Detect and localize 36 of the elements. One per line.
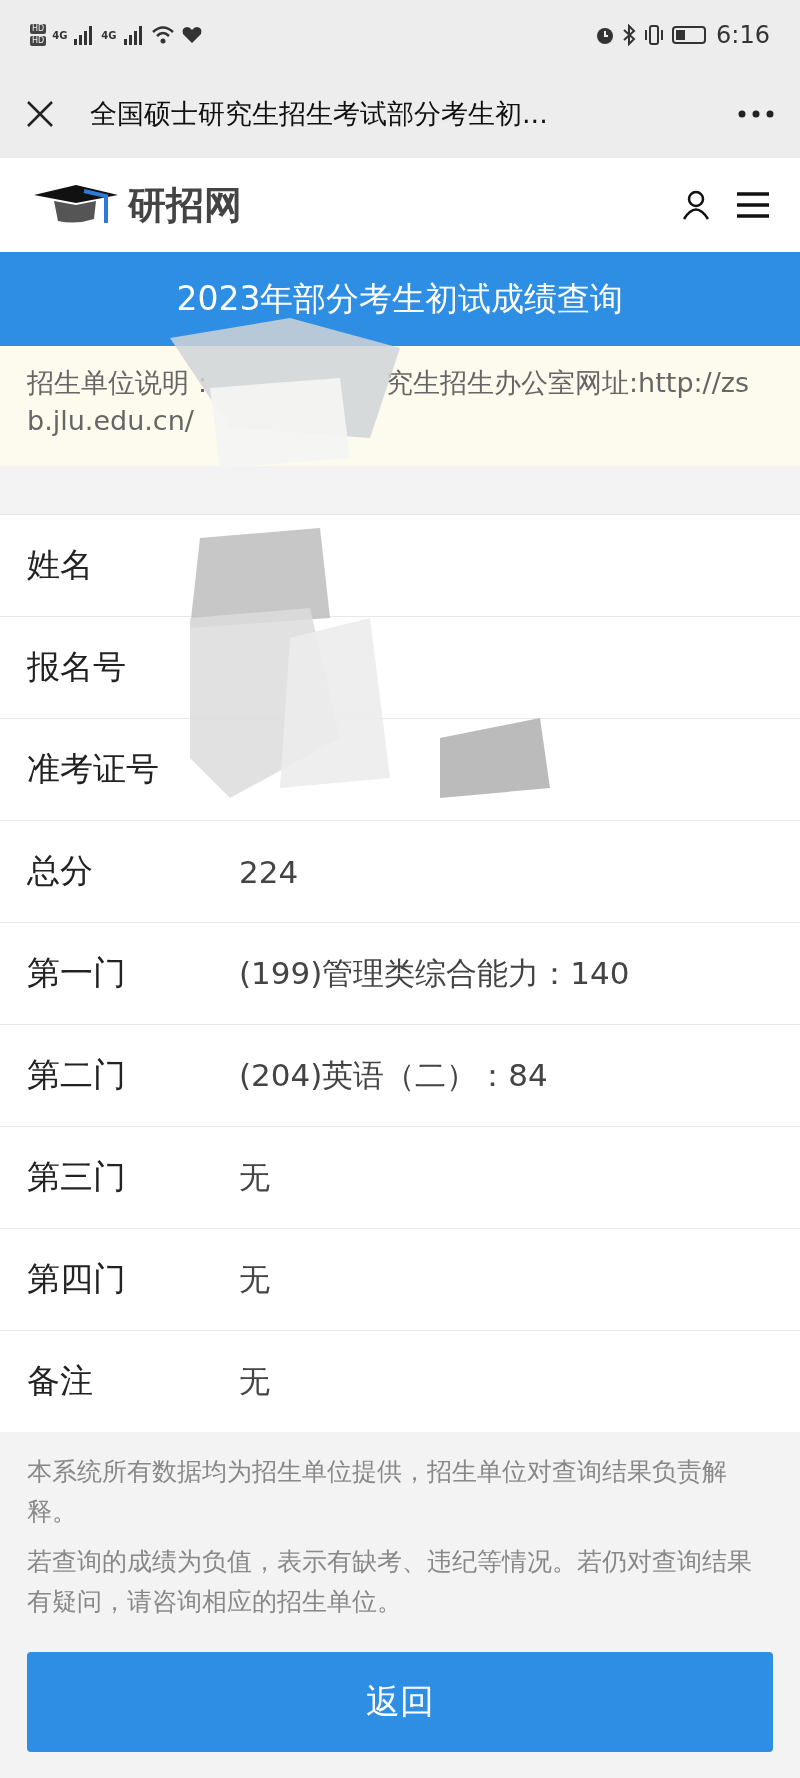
- back-button[interactable]: 返回: [27, 1652, 773, 1752]
- banner-title: 2023年部分考生初试成绩查询: [0, 252, 800, 346]
- page-title: 全国硕士研究生招生考试部分考生初...: [90, 97, 549, 131]
- field-label: 准考证号: [27, 748, 160, 790]
- hd-label: HD: [30, 36, 47, 46]
- network-label: 4G: [101, 29, 117, 41]
- field-value: 无: [239, 1157, 270, 1197]
- bluetooth-icon: [622, 24, 637, 46]
- signal-icon: [122, 25, 145, 45]
- field-value: 无: [239, 1259, 270, 1299]
- field-label: 总分: [27, 850, 94, 892]
- field-label: 报名号: [27, 646, 127, 688]
- footer-note: 本系统所有数据均为招生单位提供，招生单位对查询结果负责解释。: [27, 1456, 728, 1528]
- field-value: (204)英语（二）：84: [239, 1055, 548, 1095]
- field-label: 第二门: [27, 1054, 127, 1096]
- field-value: 224: [239, 853, 299, 890]
- user-icon[interactable]: [682, 190, 710, 220]
- field-label: 第一门: [27, 952, 127, 994]
- field-value: (199)管理类综合能力：140: [239, 953, 630, 993]
- logo-text: 研招网: [128, 180, 242, 229]
- status-time: 6:16: [716, 21, 770, 49]
- field-label: 第四门: [27, 1258, 127, 1300]
- heart-icon: [180, 25, 203, 45]
- footer-note: 若查询的成绩为负值，表示有缺考、违纪等情况。若仍对查询结果有疑问，请咨询相应的招生单位。: [27, 1546, 753, 1618]
- close-icon[interactable]: [26, 100, 54, 128]
- notice-text: 招生单位说明： 究生招生办公室网址:http://zsb.jlu.edu.cn/: [27, 366, 751, 438]
- network-label: 4G: [52, 29, 68, 41]
- battery-icon: [672, 26, 707, 44]
- field-value: 无: [239, 1361, 270, 1401]
- wifi-icon: [150, 25, 175, 45]
- field-label: 姓名: [27, 544, 94, 586]
- hd-label: HD: [30, 24, 47, 34]
- field-label: 第三门: [27, 1156, 127, 1198]
- menu-icon[interactable]: [736, 192, 770, 218]
- field-label: 备注: [27, 1360, 94, 1402]
- more-icon[interactable]: [738, 110, 774, 118]
